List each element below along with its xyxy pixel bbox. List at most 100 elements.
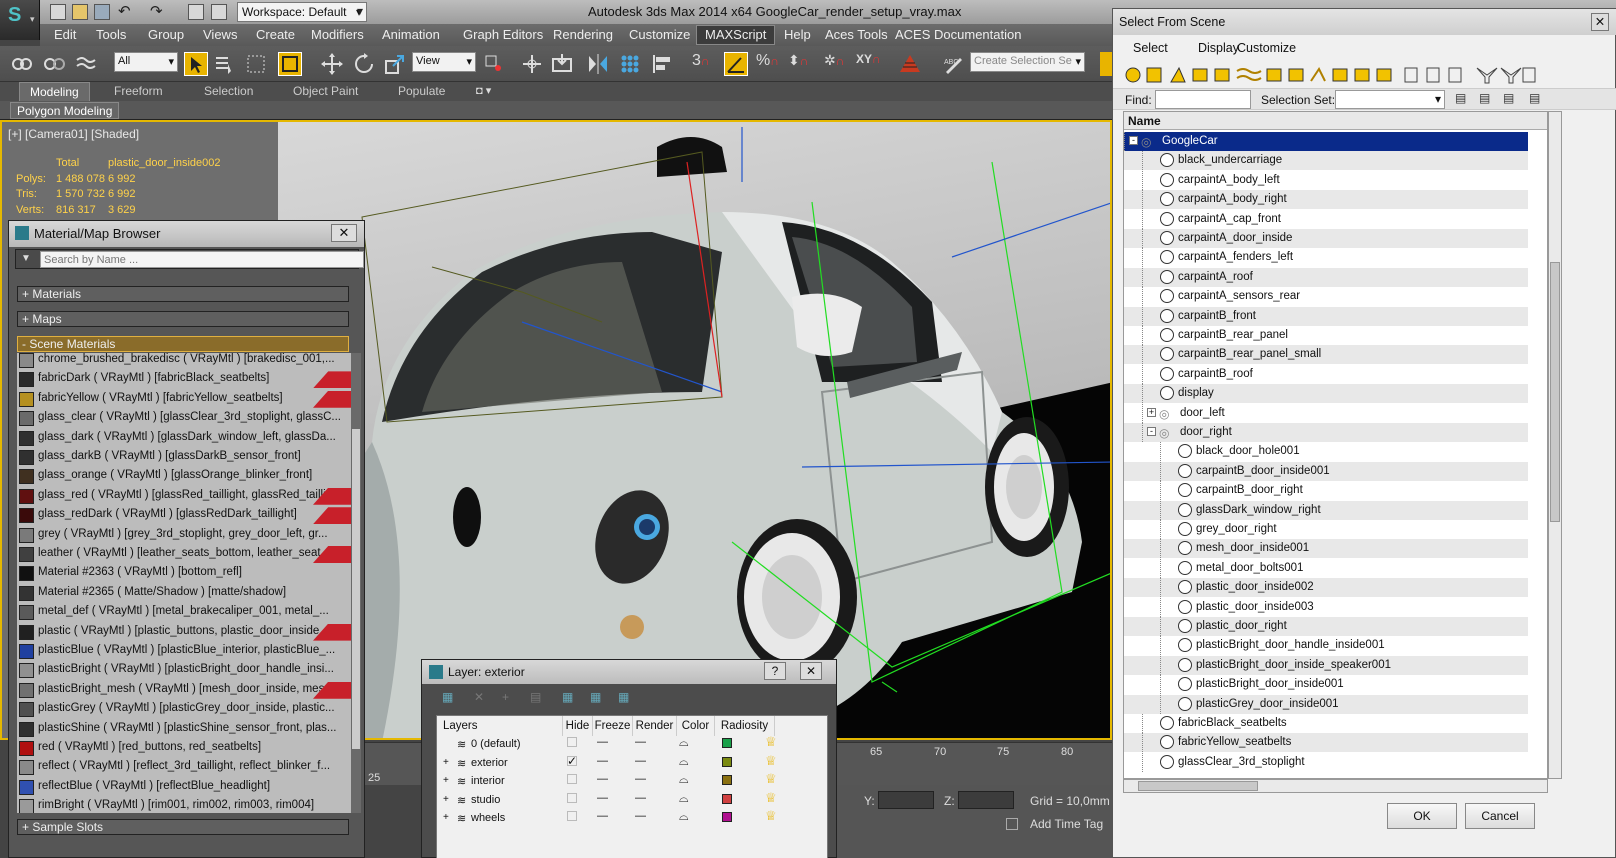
material-row[interactable]: fabricYellow ( VRayMtl ) [fabricYellow_s… xyxy=(17,390,351,409)
menu-views[interactable]: Views xyxy=(203,27,237,42)
teapot-icon[interactable]: ⌓ xyxy=(679,735,689,750)
material-list-scrollbar[interactable] xyxy=(351,353,361,813)
pivot-point-center-icon[interactable] xyxy=(482,52,506,76)
cancel-button[interactable]: Cancel xyxy=(1465,803,1535,829)
freeze-toggle[interactable]: — xyxy=(635,773,646,785)
tree-item[interactable]: - ◎ GoogleCar xyxy=(1124,132,1528,151)
layer-dialog-title-bar[interactable]: Layer: exterior ? ✕ xyxy=(422,660,836,684)
select-in-layer-icon[interactable]: ▤ xyxy=(530,690,550,710)
new-file-icon[interactable] xyxy=(50,4,66,20)
menu-customize[interactable]: Customize xyxy=(629,27,690,42)
menu-create[interactable]: Create xyxy=(256,27,295,42)
material-row[interactable]: plasticGrey ( VRayMtl ) [plasticGrey_doo… xyxy=(17,700,351,719)
save-icon[interactable] xyxy=(94,4,110,20)
material-row[interactable]: metal_def ( VRayMtl ) [metal_brakecalipe… xyxy=(17,603,351,622)
snaps-3d-icon[interactable]: 3∩ xyxy=(692,52,716,76)
tree-item[interactable]: - ◎ door_right xyxy=(1124,423,1528,442)
tree-item[interactable]: carpaintA_sensors_rear xyxy=(1124,287,1528,307)
tree-item[interactable]: plastic_door_inside003 xyxy=(1124,597,1528,617)
column-layers[interactable]: Layers xyxy=(443,716,563,736)
hide-toggle[interactable]: — xyxy=(597,810,608,822)
close-icon[interactable]: ✕ xyxy=(331,224,357,242)
layer-color-swatch[interactable] xyxy=(722,738,732,748)
menu-animation[interactable]: Animation xyxy=(382,27,440,42)
select-all-icon[interactable]: ▤ xyxy=(1455,91,1473,109)
close-icon[interactable]: ✕ xyxy=(800,662,822,680)
tab-modeling[interactable]: Modeling xyxy=(19,82,90,101)
freeze-toggle[interactable]: — xyxy=(635,792,646,804)
tree-item[interactable]: plasticBright_door_inside_speaker001 xyxy=(1124,655,1528,675)
material-row[interactable]: rimBright ( VRayMtl ) [rim001, rim002, r… xyxy=(17,797,351,813)
hide-unhide-all-icon[interactable]: ▦ xyxy=(590,690,610,710)
polygon-modeling-panel[interactable]: Polygon Modeling xyxy=(10,102,120,119)
rectangular-selection-region-icon[interactable] xyxy=(244,52,268,76)
radiosity-icon[interactable]: ♕ xyxy=(765,753,777,769)
tree-item[interactable]: grey_door_right xyxy=(1124,520,1528,539)
group-sample-slots[interactable]: + Sample Slots xyxy=(17,819,349,835)
fetch-icon[interactable] xyxy=(211,4,227,20)
tree-item[interactable]: plasticBright_door_handle_inside001 xyxy=(1124,636,1528,656)
create-selection-set-dropdown[interactable]: Create Selection Se ▾ xyxy=(970,52,1085,72)
tree-item[interactable]: carpaintB_rear_panel xyxy=(1124,326,1528,345)
material-row[interactable]: plasticBright_mesh ( VRayMtl ) [mesh_doo… xyxy=(17,681,351,700)
radiosity-icon[interactable]: ♕ xyxy=(765,734,777,750)
tab-selection[interactable]: Selection xyxy=(204,84,253,98)
freeze-toggle[interactable]: — xyxy=(635,810,646,822)
material-browser-title-bar[interactable]: Material/Map Browser ✕ xyxy=(9,221,364,247)
tree-expander-icon[interactable]: + xyxy=(1147,407,1156,417)
layer-color-swatch[interactable] xyxy=(722,812,732,822)
mirror-icon[interactable] xyxy=(586,52,610,76)
material-row[interactable]: Material #2365 ( Matte/Shadow ) [matte/s… xyxy=(17,584,351,603)
scene-menu-display[interactable]: Display xyxy=(1198,41,1239,55)
delete-layer-icon[interactable]: ✕ xyxy=(474,690,494,710)
expand-icon[interactable]: + xyxy=(443,757,449,768)
tree-item[interactable]: carpaintB_front xyxy=(1124,306,1528,326)
layer-row[interactable]: + ≋ interior — — ⌓ ♕ xyxy=(437,771,807,791)
undo-icon[interactable]: ↶ xyxy=(118,2,134,20)
spinner-snap-icon[interactable]: ⬍∩ xyxy=(788,52,812,76)
tree-item[interactable]: glassClear_3rd_stoplight xyxy=(1124,752,1528,772)
radiosity-icon[interactable]: ♕ xyxy=(765,771,777,787)
tree-item[interactable]: carpaintB_rear_panel_small xyxy=(1124,345,1528,365)
ok-button[interactable]: OK xyxy=(1387,803,1457,829)
radiosity-icon[interactable]: ♕ xyxy=(765,808,777,824)
select-and-scale-icon[interactable] xyxy=(383,52,407,76)
percent-snap-icon[interactable]: %∩ xyxy=(756,52,780,76)
scrollbar-thumb[interactable] xyxy=(1138,781,1258,791)
window-crossing-icon[interactable] xyxy=(278,52,302,76)
expand-icon[interactable]: + xyxy=(443,775,449,786)
menu-tools[interactable]: Tools xyxy=(96,27,126,42)
scrollbar-thumb[interactable] xyxy=(352,429,360,749)
group-maps[interactable]: + Maps xyxy=(17,311,349,327)
column-hide[interactable]: Hide xyxy=(563,716,593,736)
layer-row[interactable]: ≋ 0 (default) — — ⌓ ♕ xyxy=(437,734,807,754)
display-filter-icons[interactable] xyxy=(1121,63,1611,87)
tree-item[interactable]: glassDark_window_right xyxy=(1124,500,1528,520)
menu-aces-tools[interactable]: Aces Tools xyxy=(825,27,888,42)
scrollbar-thumb[interactable] xyxy=(1550,262,1560,522)
tab-object-paint[interactable]: Object Paint xyxy=(293,84,358,98)
tree-item[interactable]: fabricBlack_seatbelts xyxy=(1124,714,1528,733)
tab-populate[interactable]: Populate xyxy=(398,84,445,98)
scene-menu-select[interactable]: Select xyxy=(1133,41,1168,55)
ribbon-options-icon[interactable]: ◘ ▾ xyxy=(476,84,498,98)
highlight-selected-icon[interactable]: ▦ xyxy=(562,690,582,710)
tree-item[interactable]: plasticBright_door_inside001 xyxy=(1124,675,1528,695)
layer-row[interactable]: + ≋ exterior ✓ — — ⌓ ♕ xyxy=(437,753,807,773)
material-row[interactable]: glass_red ( VRayMtl ) [glassRed_tailligh… xyxy=(17,487,351,506)
mirror-xy-icon[interactable]: XY∩ xyxy=(856,52,881,76)
select-and-move-icon[interactable] xyxy=(320,52,344,76)
array-icon[interactable] xyxy=(618,52,642,76)
quick-access-menu-icon[interactable]: ▾ xyxy=(357,4,370,20)
selection-filter-dropdown[interactable]: All ▾ xyxy=(114,52,178,72)
current-layer-box[interactable] xyxy=(567,774,577,784)
column-freeze[interactable]: Freeze xyxy=(593,716,633,736)
tree-item[interactable]: plasticGrey_door_inside001 xyxy=(1124,694,1528,714)
tree-item[interactable]: + ◎ door_left xyxy=(1124,403,1528,423)
hide-toggle[interactable]: — xyxy=(597,792,608,804)
column-name[interactable]: Name xyxy=(1124,112,1547,130)
workspace-dropdown[interactable]: Workspace: Default ▾ xyxy=(237,2,367,22)
tab-freeform[interactable]: Freeform xyxy=(114,84,163,98)
time-tag-icon[interactable] xyxy=(1006,818,1018,830)
tree-expander-icon[interactable]: - xyxy=(1147,427,1156,436)
